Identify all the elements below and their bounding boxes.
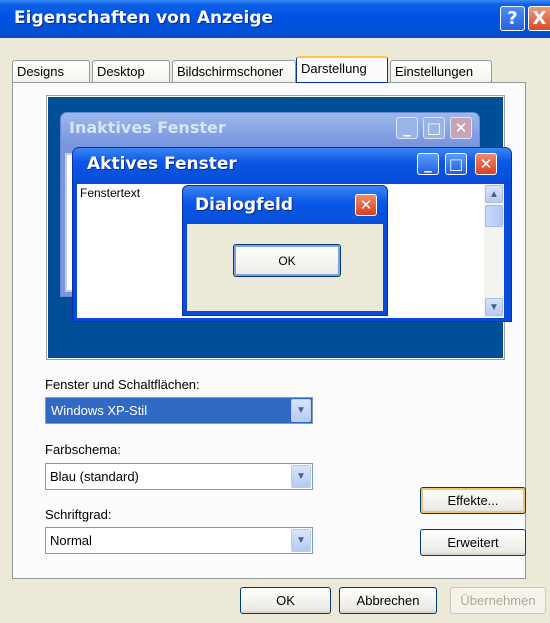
scroll-thumb [485,205,503,227]
help-button[interactable]: ? [500,6,525,31]
close-icon: ✕ [355,194,377,216]
windows-buttons-value: Windows XP-Stil [50,401,149,420]
chevron-down-icon[interactable]: ▼ [291,465,311,488]
close-button[interactable]: X [528,6,550,31]
scroll-down-icon: ▼ [485,298,503,316]
font-size-select[interactable]: Normal ▼ [45,527,313,554]
windows-buttons-select[interactable]: Windows XP-Stil ▼ [45,397,313,424]
windows-buttons-label: Fenster und Schaltflächen: [45,377,200,392]
title-bar: Eigenschaften von Anzeige ? X [0,0,550,38]
cancel-button[interactable]: Abbrechen [339,587,437,614]
maximize-icon: □ [423,117,445,139]
chevron-down-icon[interactable]: ▼ [291,399,311,422]
dialog-ok-button: OK [233,244,341,277]
dialog-body: OK [187,224,383,311]
minimize-icon: _ [417,153,439,175]
effects-button[interactable]: Effekte... [420,487,526,514]
color-scheme-value: Blau (standard) [50,469,139,484]
tab-screensaver[interactable]: Bildschirmschoner [172,60,296,82]
preview-scrollbar: ▲ ▼ [484,184,504,318]
tab-appearance[interactable]: Darstellung [296,56,388,83]
ok-button[interactable]: OK [240,587,331,614]
close-icon: ✕ [450,117,472,139]
advanced-button[interactable]: Erweitert [420,529,526,556]
close-icon: ✕ [475,153,497,175]
chevron-down-icon[interactable]: ▼ [291,529,311,552]
font-size-label: Schriftgrad: [45,507,112,522]
font-size-value: Normal [50,533,92,548]
maximize-icon: □ [445,153,467,175]
color-scheme-select[interactable]: Blau (standard) ▼ [45,463,313,490]
window-text: Fenstertext [80,186,141,200]
window-title: Eigenschaften von Anzeige [14,8,274,28]
scroll-up-icon: ▲ [485,185,503,203]
tab-desktop[interactable]: Desktop [92,60,170,82]
minimize-icon: _ [396,117,418,139]
tab-settings[interactable]: Einstellungen [390,60,492,82]
color-scheme-label: Farbschema: [45,442,121,457]
tab-designs[interactable]: Designs [12,60,90,82]
apply-button[interactable]: Übernehmen [450,587,546,614]
preview-dialog: Dialogfeld ✕ OK [182,185,388,316]
